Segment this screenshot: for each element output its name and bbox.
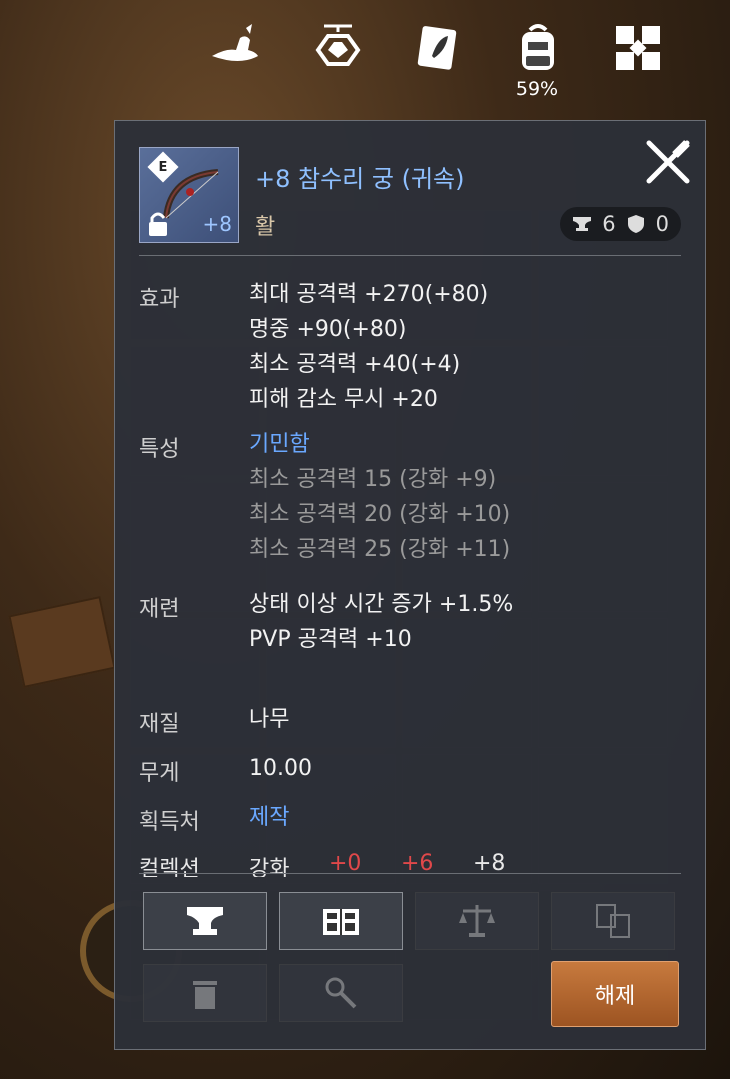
weight-label: 무게 [139,761,180,786]
close-button[interactable] [645,139,691,185]
release-button[interactable]: 해제 [551,961,679,1027]
shield-icon [627,215,644,233]
trash-icon [193,981,217,1009]
effects-list: 최대 공격력 +270(+80) 명중 +90(+80) 최소 공격력 +40(… [249,277,488,417]
close-icon [646,140,690,184]
hat-icon[interactable] [204,18,264,78]
shield-count: 0 [655,212,669,236]
background-chest [8,596,116,688]
backpack-icon[interactable] [508,18,568,78]
trait-label: 특성 [139,437,180,462]
footer-divider [139,873,681,874]
refine-line: PVP 공격력 +10 [249,627,412,652]
menu-grid-icon[interactable] [608,18,668,78]
refine-line: 상태 이상 시간 증가 +1.5% [249,592,514,617]
tools-icon [325,977,357,1009]
compare-button[interactable] [415,892,539,950]
leaf-book-icon[interactable] [408,18,468,78]
source-label: 획득처 [139,810,200,835]
effect-line: 최대 공격력 +270(+80) [249,282,489,307]
anvil-icon [187,907,223,935]
item-icon-level: +8 [202,212,232,236]
anvil-icon [573,217,592,231]
enhance-button[interactable] [143,892,267,950]
effect-line: 피해 감소 무시 +20 [249,387,438,412]
bag-weight-percent: 59% [515,78,559,100]
enhance-stat-chip: 6 0 [560,207,681,241]
delete-button[interactable] [143,964,267,1022]
item-tooltip-panel: E +8 +8 참수리 궁 (귀속) 활 6 0 효과 최대 공격력 +270(… [114,120,706,1050]
trait-line: 최소 공격력 15 (강화 +9) [249,467,497,492]
effect-line: 명중 +90(+80) [249,317,407,342]
codex-icon [323,909,359,935]
material-value: 나무 [249,707,290,732]
header-divider [139,255,681,256]
item-type: 활 [255,215,276,240]
trait-list: 기민함 최소 공격력 15 (강화 +9) 최소 공격력 20 (강화 +10)… [249,427,510,567]
diamond-emblem-icon[interactable] [308,18,368,78]
source-link[interactable]: 제작 [249,800,289,835]
trait-line: 최소 공격력 25 (강화 +11) [249,537,511,562]
refine-list: 상태 이상 시간 증가 +1.5% PVP 공격력 +10 [249,587,513,657]
top-menu-bar: 59% [200,18,680,100]
swap-button[interactable] [551,892,675,950]
refine-label: 재련 [139,597,180,622]
anvil-count: 6 [602,212,616,236]
item-name: +8 참수리 궁 (귀속) [255,165,465,193]
swap-icon [596,904,630,938]
effect-line: 최소 공격력 +40(+4) [249,352,461,377]
trait-line: 최소 공격력 20 (강화 +10) [249,502,511,527]
item-icon: E +8 [139,147,239,243]
trait-name: 기민함 [249,432,310,457]
weight-value: 10.00 [249,756,312,781]
codex-button[interactable] [279,892,403,950]
material-label: 재질 [139,712,180,737]
lock-icon [149,212,167,236]
effects-label: 효과 [139,287,180,312]
repair-button[interactable] [279,964,403,1022]
scale-icon [459,905,495,937]
